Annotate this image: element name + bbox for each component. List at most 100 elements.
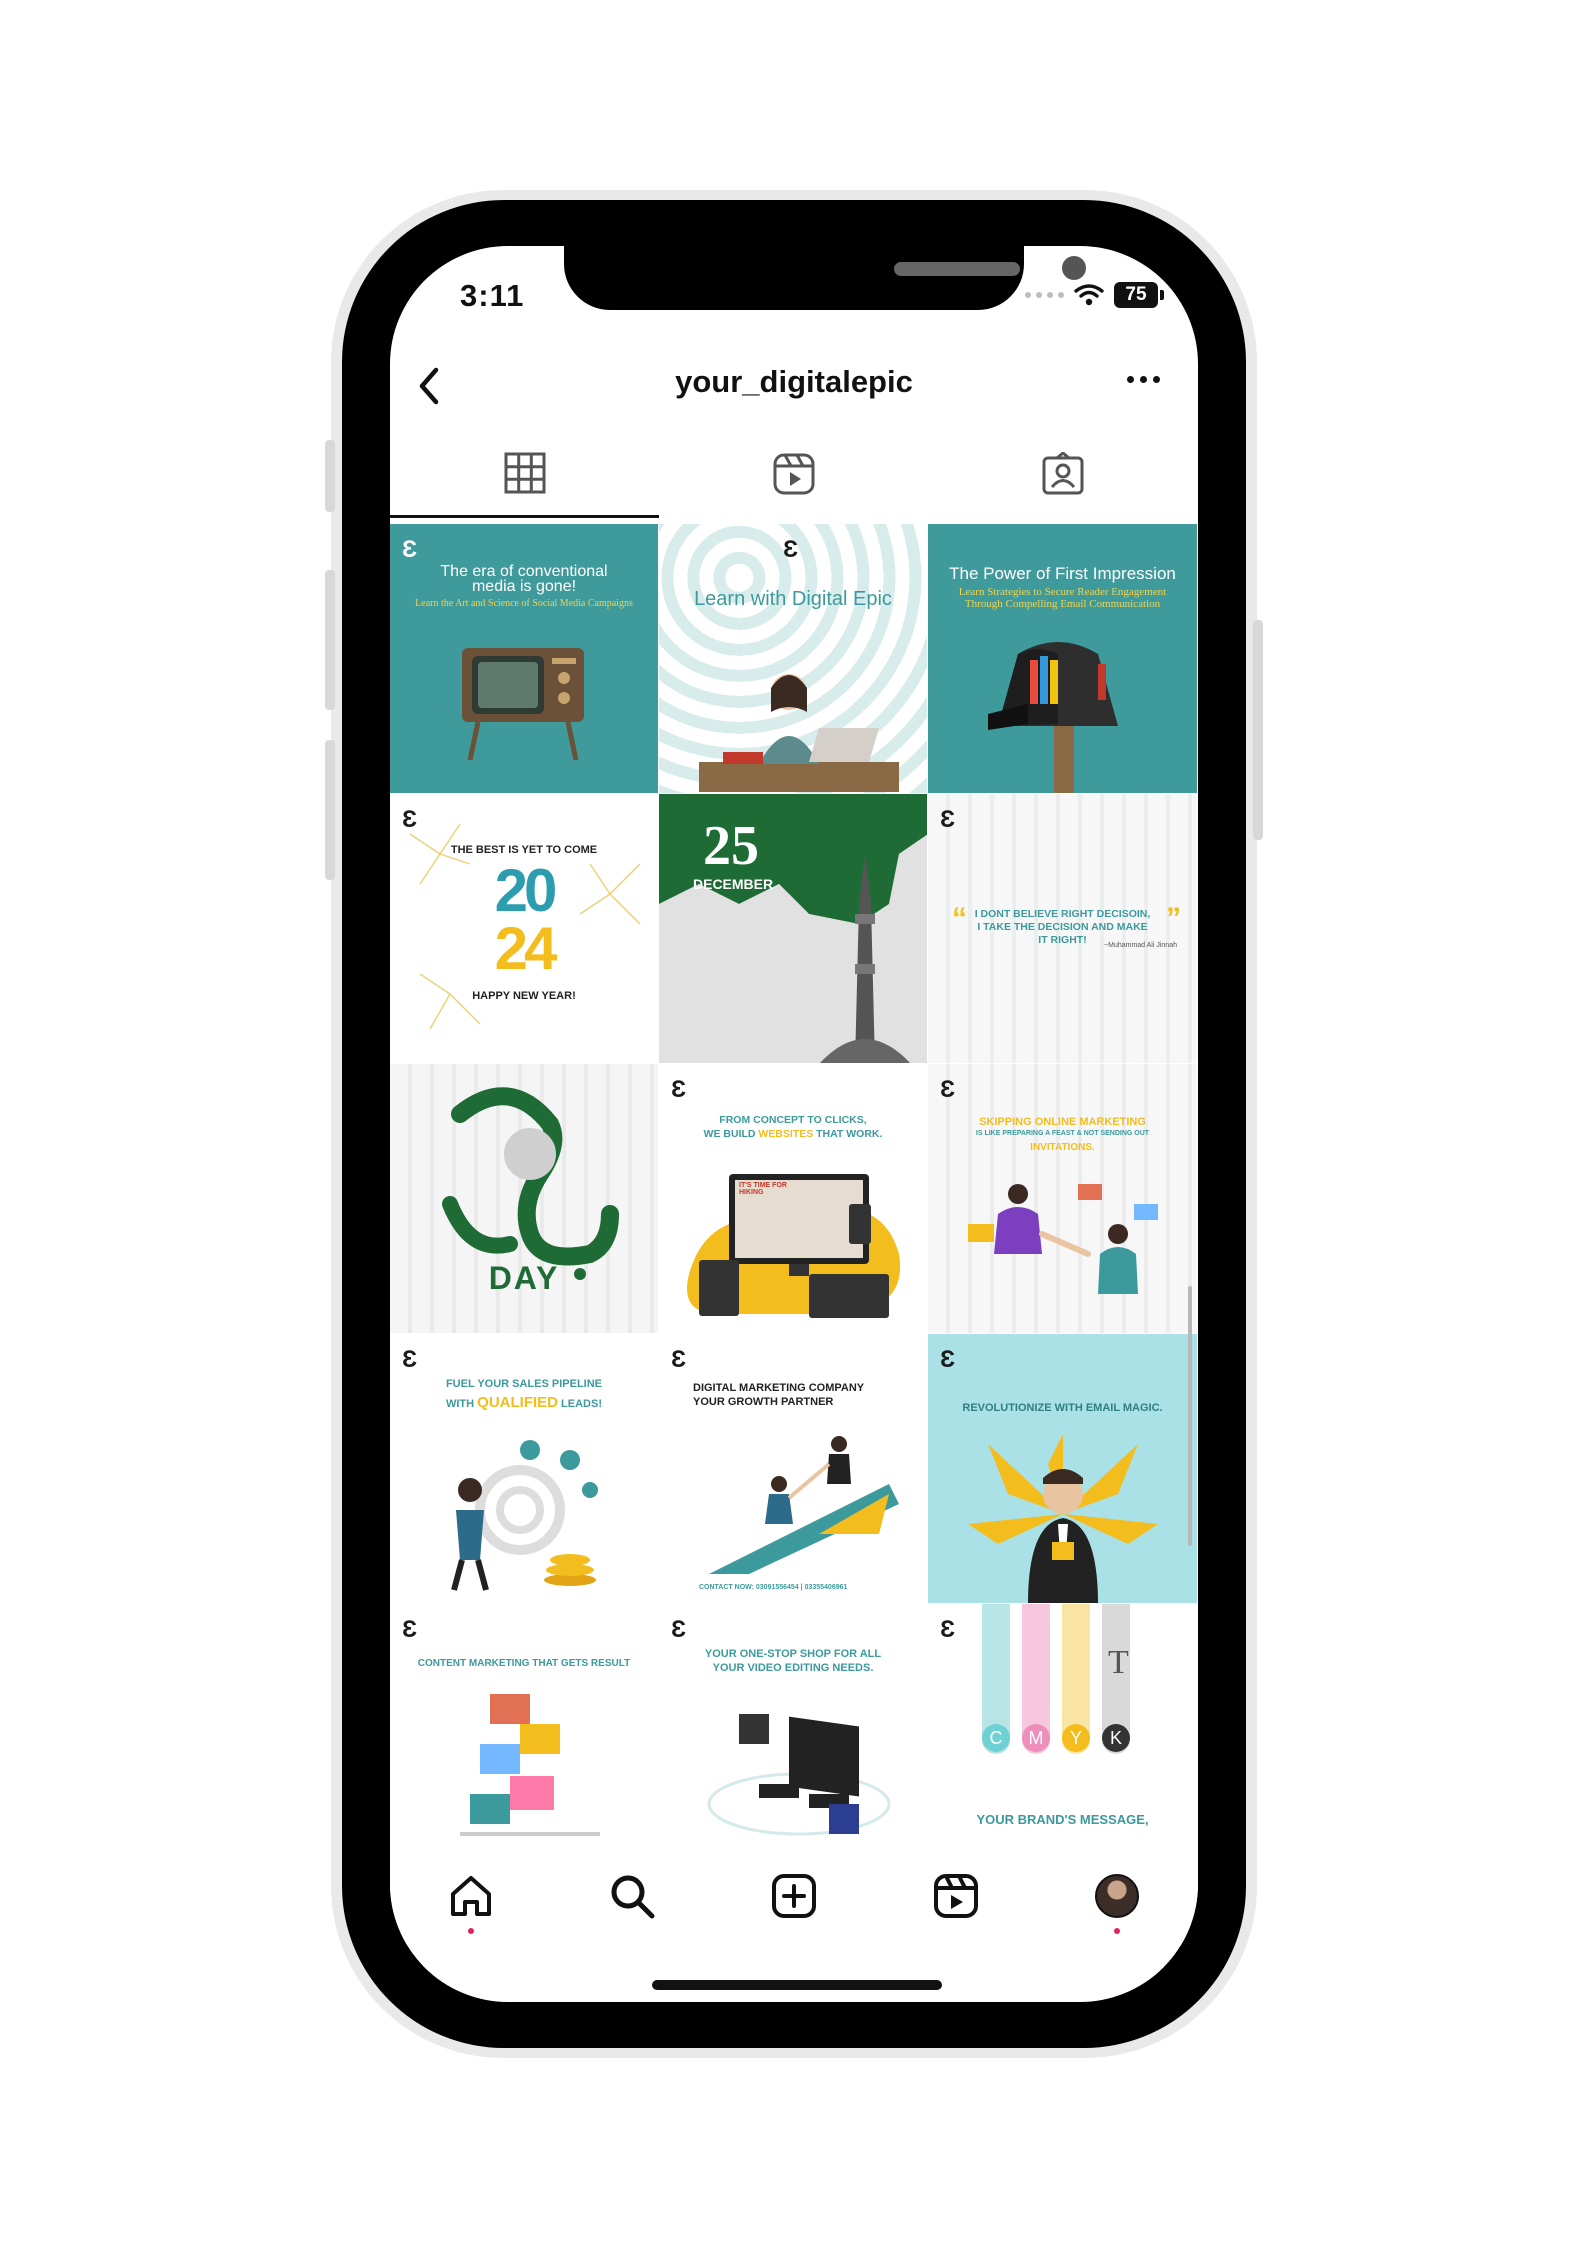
plus-square-icon [771,1874,816,1918]
volume-up-button [325,570,335,710]
post-line2-post: THAT WORK. [813,1128,883,1140]
mute-switch [325,440,335,512]
power-button [1253,620,1263,840]
post-subtitle: Learn Strategies to Secure Reader Engage… [958,586,1167,610]
post-subtitle-2: INVITATIONS. [1030,1142,1095,1153]
front-camera [1062,256,1086,280]
bottom-nav [390,1846,1198,1946]
phone-screen: 3:11 75 your_digitalepic Ɛ The era of co… [390,246,1198,2002]
post-tile[interactable]: The Power of First Impression Learn Stra… [928,524,1198,794]
brand-logo: Ɛ [671,1616,687,1643]
post-title: The era of conventional media is gone! [440,563,608,595]
signal-icon [1025,292,1064,298]
post-title: YOUR ONE-STOP SHOP FOR ALL [704,1648,882,1660]
post-title: REVOLUTIONIZE WITH EMAIL MAGIC. [962,1402,1163,1414]
post-line2-highlight: WEBSITES [758,1128,814,1140]
post-subtitle: IS LIKE PREPARING A FEAST & NOT SENDING … [975,1130,1150,1137]
cmyk-letter-k: K [1102,1724,1130,1752]
post-tile[interactable]: Ɛ DIGITAL MARKETING COMPANY YOUR GROWTH … [659,1334,928,1604]
battery-level: 75 [1114,282,1158,308]
post-tile[interactable]: Ɛ SKIPPING ONLINE MARKETING IS LIKE PREP… [928,1064,1198,1334]
nav-create[interactable] [762,1864,826,1928]
post-title: 25 [703,815,759,877]
post-title: THE BEST IS YET TO COME [450,844,598,856]
grid-icon [504,452,546,494]
people-handshake-illustration [968,1184,1158,1294]
post-title: CONTENT MARKETING THAT GETS RESULT [417,1658,631,1669]
nav-profile[interactable] [1085,1864,1149,1934]
post-subtitle: Learn the Art and Science of Social Medi… [415,598,633,609]
tagged-user-icon [1042,452,1084,495]
brand-logo: Ɛ [671,1076,687,1103]
reels-icon [933,1874,978,1918]
year-bottom: 24 [494,915,558,982]
brand-logo: Ɛ [671,1346,687,1373]
brand-logo: Ɛ [402,536,418,563]
student-illustration [699,674,899,792]
nav-reels[interactable] [924,1864,988,1928]
brand-logo: Ɛ [940,1076,956,1103]
nav-search[interactable] [600,1864,664,1928]
post-line2-post: LEADS! [558,1398,602,1410]
profile-header: your_digitalepic [390,356,1198,416]
target-coins-illustration [451,1440,598,1591]
brand-logo: Ɛ [402,1616,418,1643]
reels-icon [773,453,815,495]
post-title: FROM CONCEPT TO CLICKS, [719,1114,867,1126]
contact-text: CONTACT NOW: 03091556454 | 03355406961 [699,1584,848,1591]
notch [564,246,1086,310]
post-line2-pre: WE BUILD [703,1128,759,1140]
nav-home[interactable] [439,1864,503,1934]
post-tile[interactable]: Ɛ Learn with Digital Epic [659,524,928,794]
pakistan-map-illustration [659,794,927,1063]
brand-logo: Ɛ [940,1616,956,1643]
brand-logo: Ɛ [402,1346,418,1373]
posts-grid: Ɛ The era of conventional media is gone!… [390,524,1198,1844]
profile-tabs [390,442,1198,518]
post-title: The Power of First Impression [949,564,1176,583]
tab-grid[interactable] [390,442,660,518]
home-icon [450,1876,491,1916]
post-tile[interactable]: Ɛ The era of conventional media is gone!… [390,524,659,794]
cmyk-letter-m: M [1022,1724,1050,1752]
post-line2-highlight: QUALIFIED [477,1394,558,1411]
post-tile[interactable]: Ɛ FUEL YOUR SALES PIPELINE WITH QUALIFIE… [390,1334,659,1604]
post-subtitle: DECEMBER [693,876,774,892]
post-line2: WE BUILD WEBSITES THAT WORK. [659,1128,927,1140]
post-tile[interactable]: Ɛ T C M Y K YOUR BRAND'S MESSAGE, [928,1604,1198,1844]
post-tile[interactable]: Ɛ THE BEST IS YET TO COME 20 24 HAPPY NE… [390,794,659,1064]
post-tile[interactable]: 25 DECEMBER [659,794,928,1064]
video-editing-illustration [707,1714,891,1836]
post-tile[interactable]: DAY [390,1064,659,1334]
wifi-icon [1074,284,1104,306]
notification-dot [467,1928,474,1934]
brand-logo: Ɛ [783,536,799,563]
brand-logo: Ɛ [940,806,956,833]
post-subtitle: YOUR GROWTH PARTNER [693,1396,834,1408]
climbing-illustration [709,1436,899,1574]
post-title: FUEL YOUR SALES PIPELINE [445,1378,603,1390]
post-tile[interactable]: Ɛ CONTENT MARKETING THAT GETS RESULT [390,1604,659,1844]
post-tile[interactable]: Ɛ FROM CONCEPT TO CLICKS, WE BUILD WEBSI… [659,1064,928,1334]
post-subtitle: HAPPY NEW YEAR! [472,990,576,1002]
tool-letter: T [1108,1644,1129,1681]
calligraphy-illustration [442,1087,619,1280]
content-marketing-illustration [460,1694,600,1836]
post-tile[interactable]: Ɛ “ ” I DONT BELIEVE RIGHT DECISOIN, I T… [928,794,1198,1064]
speaker [894,262,1020,276]
status-icons: 75 [1025,282,1164,308]
brand-logo: Ɛ [940,1346,956,1373]
mailbox-illustration [988,642,1118,793]
post-title: DIGITAL MARKETING COMPANY [693,1382,865,1394]
post-title: YOUR BRAND'S MESSAGE, [976,1812,1149,1827]
screen-text: IT'S TIME FOR HIKING [739,1182,787,1196]
post-tile[interactable]: Ɛ YOUR ONE-STOP SHOP FOR ALL YOUR VIDEO … [659,1604,928,1844]
home-indicator[interactable] [652,1980,942,1990]
tab-reels[interactable] [659,442,928,518]
tab-tagged[interactable] [929,442,1198,518]
post-tile[interactable]: Ɛ REVOLUTIONIZE WITH EMAIL MAGIC. [928,1334,1198,1604]
scrollbar[interactable] [1188,1286,1192,1546]
volume-down-button [325,740,335,880]
more-horizontal-icon[interactable] [1127,376,1160,383]
notification-dot [1114,1928,1121,1934]
